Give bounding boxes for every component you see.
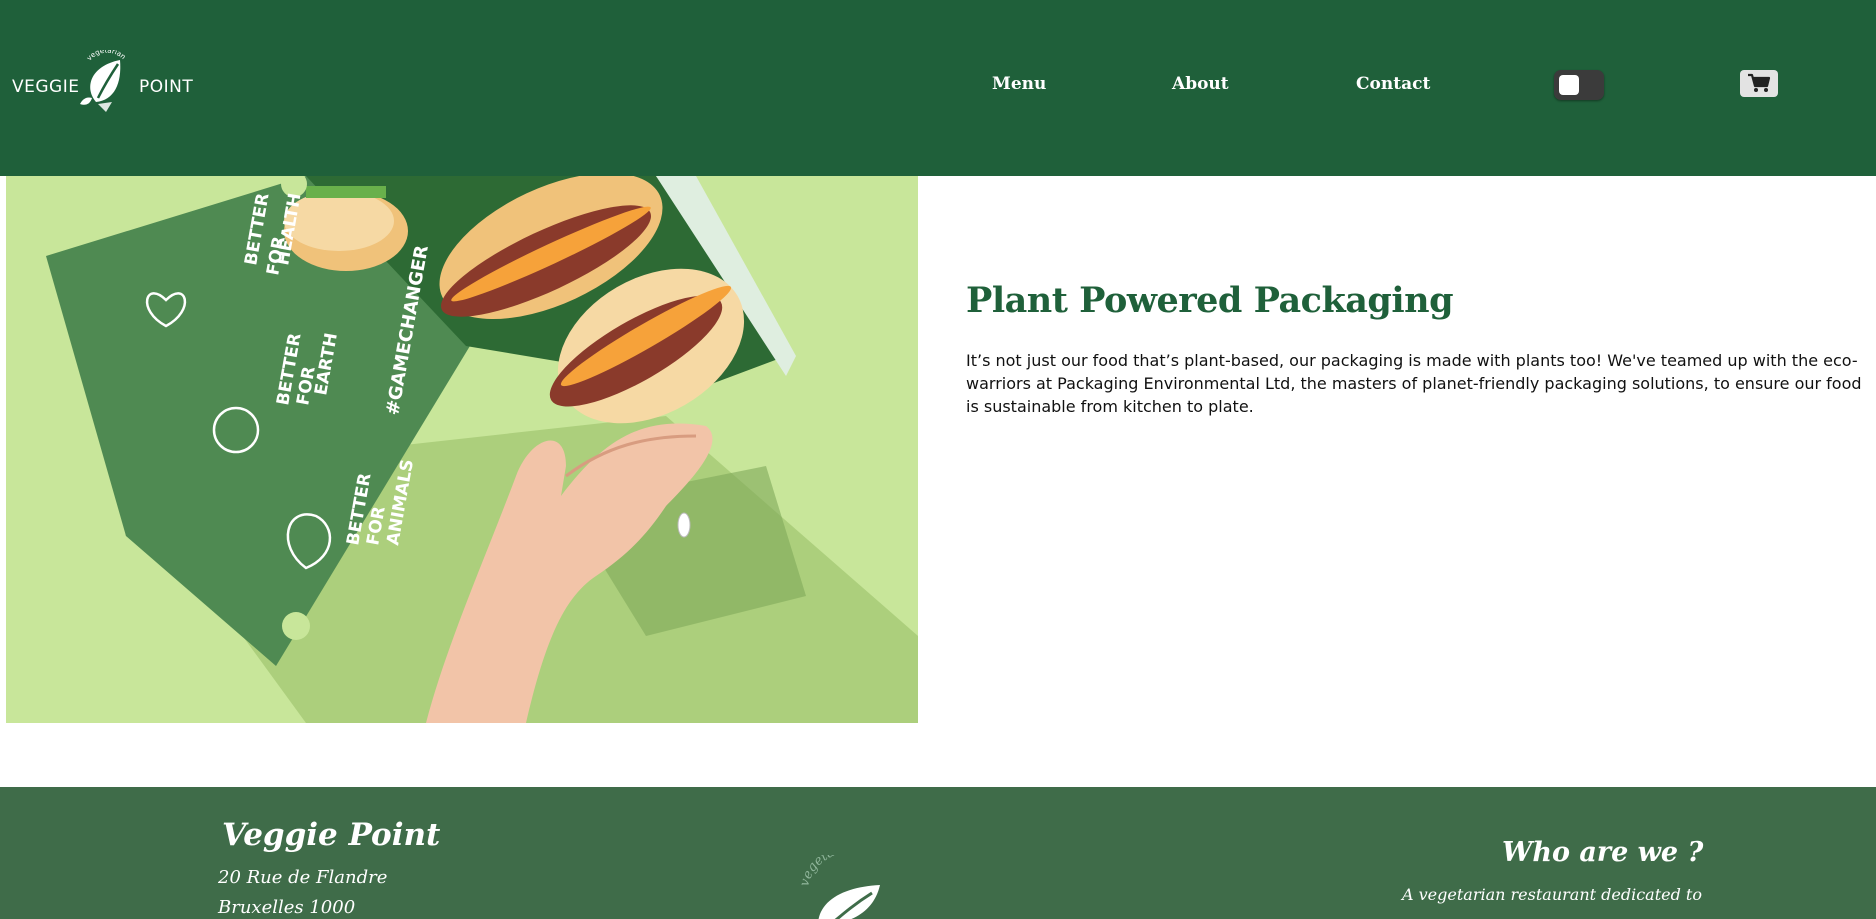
- logo-badge-text: vegetarian: [85, 50, 127, 62]
- leaf-logo-icon: vegetarian: [80, 50, 127, 112]
- theme-toggle-switch[interactable]: [1554, 70, 1604, 100]
- footer-logo-badge: vegetarien: [800, 855, 862, 888]
- hero-image: BETTER FOR HEALTH BETTER FOR EARTH BETTE…: [6, 176, 918, 723]
- section-title: Plant Powered Packaging: [966, 280, 1454, 321]
- footer-who-text: A vegetarian restaurant dedicated to: [1402, 885, 1702, 904]
- nav-menu-link[interactable]: Menu: [992, 74, 1046, 94]
- logo-word-right: POINT: [139, 77, 194, 97]
- nav-contact-link[interactable]: Contact: [1356, 74, 1430, 94]
- footer-address-line2: Bruxelles 1000: [218, 897, 356, 918]
- site-header: VEGGIE vegetarian POINT Menu About Conta…: [0, 0, 1876, 176]
- site-logo[interactable]: VEGGIE vegetarian POINT: [12, 50, 212, 120]
- svg-text:vegetarian: vegetarian: [85, 50, 127, 62]
- nav-about-link[interactable]: About: [1172, 74, 1229, 94]
- site-footer: Veggie Point 20 Rue de Flandre Bruxelles…: [0, 787, 1876, 919]
- toggle-knob: [1559, 75, 1579, 95]
- footer-brand-name: Veggie Point: [222, 817, 441, 853]
- footer-leaf-logo-icon: vegetarien: [800, 855, 880, 919]
- logo-word-left: VEGGIE: [12, 77, 80, 97]
- cart-icon: [1748, 73, 1771, 92]
- svg-text:vegetarien: vegetarien: [800, 855, 862, 888]
- section-description: It’s not just our food that’s plant-base…: [966, 351, 1862, 416]
- footer-who-title: Who are we ?: [1502, 837, 1704, 868]
- footer-address-line1: 20 Rue de Flandre: [218, 867, 388, 888]
- cart-button[interactable]: [1740, 70, 1778, 97]
- burger-box-illustration: BETTER FOR HEALTH BETTER FOR EARTH BETTE…: [6, 176, 918, 723]
